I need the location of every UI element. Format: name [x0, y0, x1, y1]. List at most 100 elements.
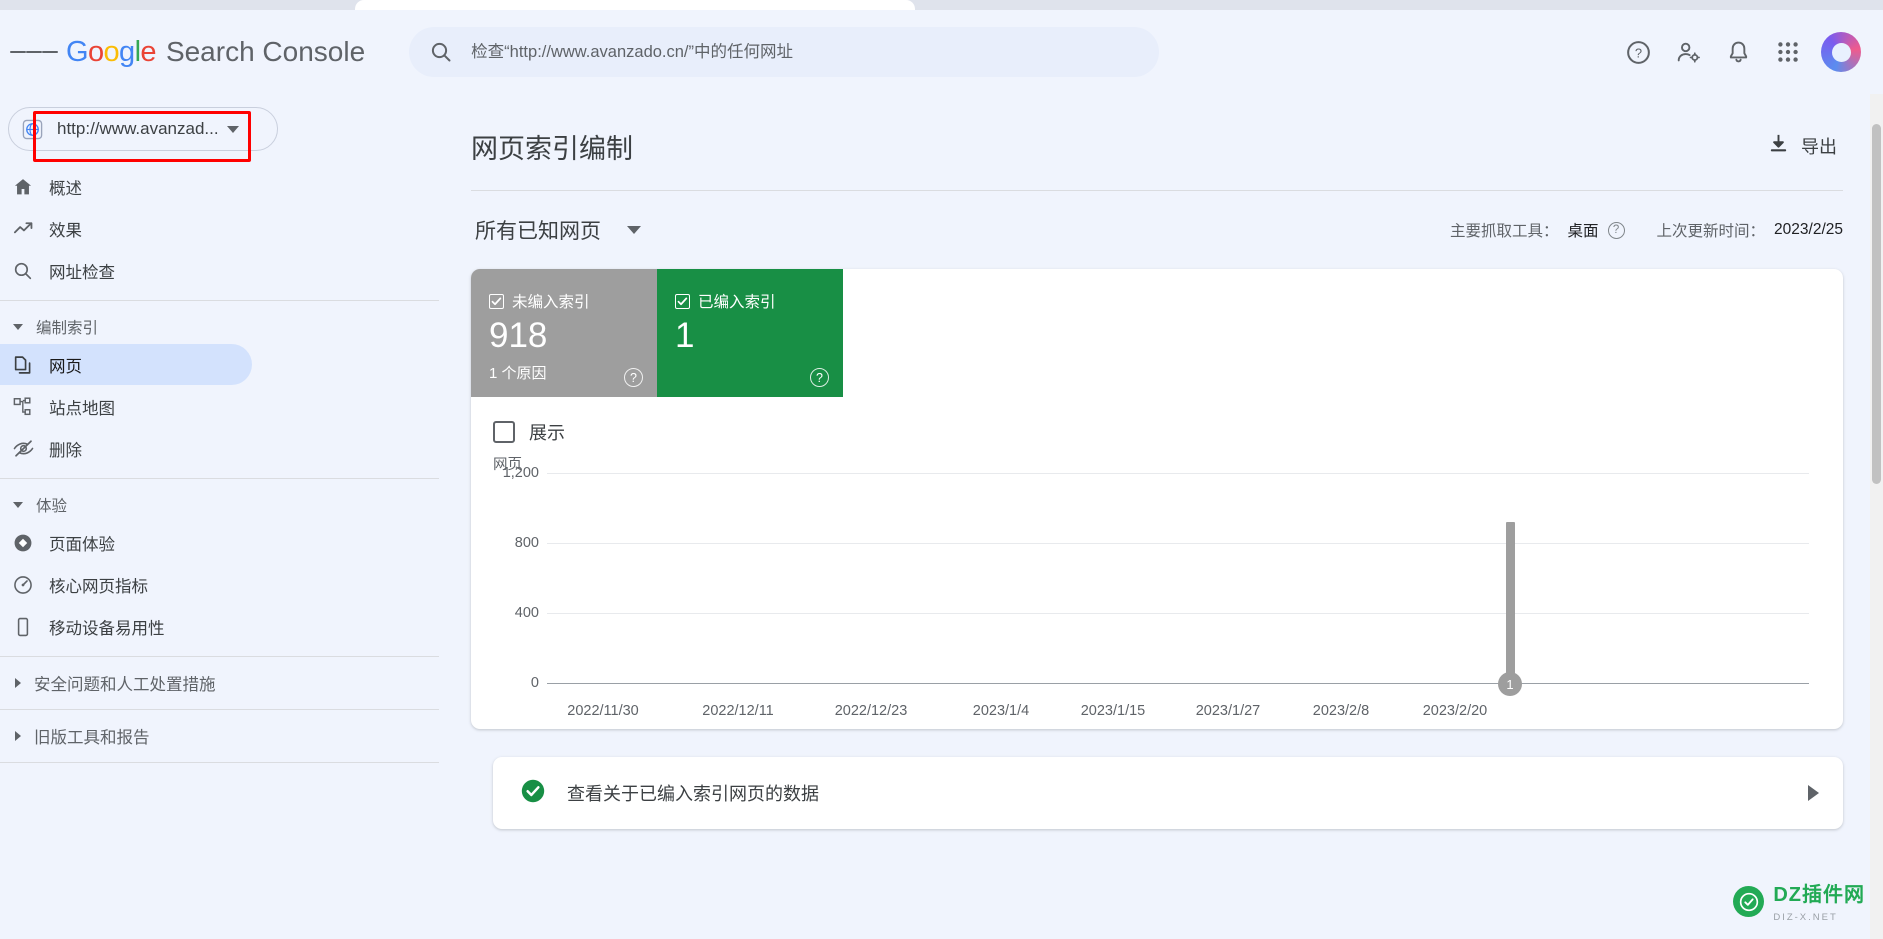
sidebar-item-label: 页面体验 [49, 535, 115, 554]
sidebar-divider [0, 300, 439, 301]
chevron-down-icon [627, 226, 641, 234]
sidebar-item-label: 网页 [49, 357, 82, 376]
sidebar-item-removals[interactable]: 删除 [0, 428, 252, 469]
indexed-pages-link-card[interactable]: 查看关于已编入索引网页的数据 [493, 757, 1843, 829]
property-label: http://www.avanzad... [57, 119, 219, 138]
scrollbar[interactable] [1870, 94, 1883, 939]
impressions-checkbox[interactable] [493, 421, 515, 443]
status-tab-label: 已编入索引 [698, 294, 776, 311]
filter-label: 所有已知网页 [475, 220, 601, 243]
chevron-right-icon [1808, 785, 1819, 801]
sidebar-item-pages[interactable]: 网页 [0, 344, 252, 385]
gridline [547, 543, 1809, 544]
y-axis-tick: 400 [514, 605, 539, 621]
status-tabs: 未编入索引 918 1 个原因 ? 已编入索引 1 ? [471, 269, 1843, 397]
menu-icon[interactable] [10, 28, 58, 76]
browser-tab-strip [0, 0, 1883, 10]
sidebar-item-page-experience[interactable]: 页面体验 [0, 522, 252, 563]
sidebar-item-sitemaps[interactable]: 站点地图 [0, 386, 252, 427]
impressions-label: 展示 [529, 423, 565, 443]
filter-row: 所有已知网页 主要抓取工具： 桌面 ? 上次更新时间： 2023/2/25 [471, 191, 1883, 251]
help-icon[interactable]: ? [1607, 221, 1625, 239]
sidebar-group-label: 编制索引 [36, 320, 99, 337]
sidebar-group-security[interactable]: 安全问题和人工处置措施 [0, 666, 457, 700]
page-filter-dropdown[interactable]: 所有已知网页 [471, 209, 645, 251]
sidebar-divider [0, 656, 439, 657]
sidebar-nav: 概述 效果 网址检查 编制索引 网页 站点地图 删除 体验 页面体验 核心网页指… [0, 160, 457, 763]
export-label: 导出 [1801, 137, 1837, 157]
help-icon[interactable]: ? [810, 368, 829, 387]
chevron-down-icon [226, 125, 239, 133]
pages-icon [8, 353, 38, 377]
sidebar-item-label: 移动设备易用性 [49, 619, 165, 638]
scrollbar-thumb[interactable] [1872, 124, 1881, 484]
sidebar-item-label: 概述 [49, 179, 82, 198]
status-tab-indexed[interactable]: 已编入索引 1 ? [657, 269, 843, 397]
checkbox-checked-icon[interactable] [489, 293, 504, 309]
sidebar-item-performance[interactable]: 效果 [0, 208, 252, 249]
sidebar-group-indexing[interactable]: 编制索引 [0, 310, 457, 344]
chart-bar-badge: 1 [1498, 672, 1522, 696]
url-inspection-search[interactable] [409, 27, 1160, 77]
avatar[interactable] [1821, 32, 1861, 72]
check-circle-icon [519, 777, 547, 810]
sidebar-item-label: 网址检查 [49, 263, 115, 282]
search-console-app: Google Search Console ? [0, 10, 1883, 939]
status-tab-header: 未编入索引 [489, 290, 639, 312]
indexing-chart-card: 未编入索引 918 1 个原因 ? 已编入索引 1 ? 展示 网页 1,200 … [471, 269, 1843, 729]
download-icon [1767, 132, 1790, 160]
property-selector-row: http://www.avanzad... [0, 98, 457, 162]
sidebar-item-url-inspection[interactable]: 网址检查 [0, 250, 252, 291]
sidebar-group-experience[interactable]: 体验 [0, 488, 457, 522]
page-experience-icon [8, 531, 38, 555]
checkbox-checked-icon[interactable] [675, 293, 690, 309]
mobile-icon [8, 615, 38, 639]
search-input[interactable] [471, 42, 1140, 62]
y-axis-tick: 800 [514, 535, 539, 551]
notifications-icon[interactable] [1715, 29, 1761, 75]
eye-off-icon [8, 437, 38, 461]
x-axis-tick: 2023/1/4 [972, 703, 1030, 719]
crawler-value: 桌面 [1567, 223, 1599, 240]
info-card-text: 查看关于已编入索引网页的数据 [567, 784, 819, 804]
sidebar-item-core-web-vitals[interactable]: 核心网页指标 [0, 564, 252, 605]
help-icon[interactable]: ? [624, 368, 643, 387]
chevron-down-icon [13, 324, 23, 330]
help-icon[interactable]: ? [1615, 29, 1661, 75]
x-axis-tick: 2022/11/30 [567, 703, 639, 719]
sidebar-item-overview[interactable]: 概述 [0, 166, 252, 207]
status-tab-header: 已编入索引 [675, 290, 825, 312]
product-name: Search Console [165, 35, 366, 67]
sidebar-item-label: 删除 [49, 441, 82, 460]
property-selector[interactable]: http://www.avanzad... [8, 107, 278, 151]
google-logo: Google [66, 35, 157, 68]
updated-label: 上次更新时间： [1656, 223, 1766, 240]
x-axis-tick: 2022/12/23 [834, 703, 908, 719]
watermark: DZ插件网 DIZ-X.NET [1733, 878, 1865, 925]
sidebar: http://www.avanzad... 概述 效果 网址检查 编制索引 网页… [0, 94, 457, 939]
watermark-title: DZ插件网 [1773, 884, 1865, 906]
trending-up-icon [8, 217, 38, 241]
status-tab-label: 未编入索引 [512, 294, 590, 311]
app-body: http://www.avanzad... 概述 效果 网址检查 编制索引 网页… [0, 94, 1883, 939]
main-content: 网页索引编制 导出 所有已知网页 主要抓取工具： 桌面 ? 上次更新时间： 20… [457, 94, 1883, 939]
sidebar-item-mobile-usability[interactable]: 移动设备易用性 [0, 606, 252, 647]
watermark-subtitle: DIZ-X.NET [1773, 912, 1838, 923]
home-icon [8, 175, 38, 199]
svg-text:?: ? [1634, 45, 1641, 60]
status-tab-not-indexed[interactable]: 未编入索引 918 1 个原因 ? [471, 269, 657, 397]
updated-value: 2023/2/25 [1774, 221, 1843, 238]
page-header: 网页索引编制 导出 [471, 94, 1883, 168]
speedometer-icon [8, 573, 38, 597]
x-axis-tick: 2023/1/15 [1080, 703, 1146, 719]
search-icon [429, 40, 453, 64]
chart-bar[interactable] [1506, 522, 1515, 683]
account-settings-icon[interactable] [1665, 29, 1711, 75]
indexing-chart: 网页 1,200 800 400 0 1 [493, 457, 1809, 696]
page-title: 网页索引编制 [471, 133, 633, 164]
x-axis: 2022/11/30 2022/12/11 2022/12/23 2023/1/… [493, 695, 1809, 729]
export-button[interactable]: 导出 [1761, 124, 1843, 168]
top-bar-icons: ? [1615, 29, 1861, 75]
sidebar-group-legacy[interactable]: 旧版工具和报告 [0, 719, 457, 753]
apps-grid-icon[interactable] [1765, 29, 1811, 75]
